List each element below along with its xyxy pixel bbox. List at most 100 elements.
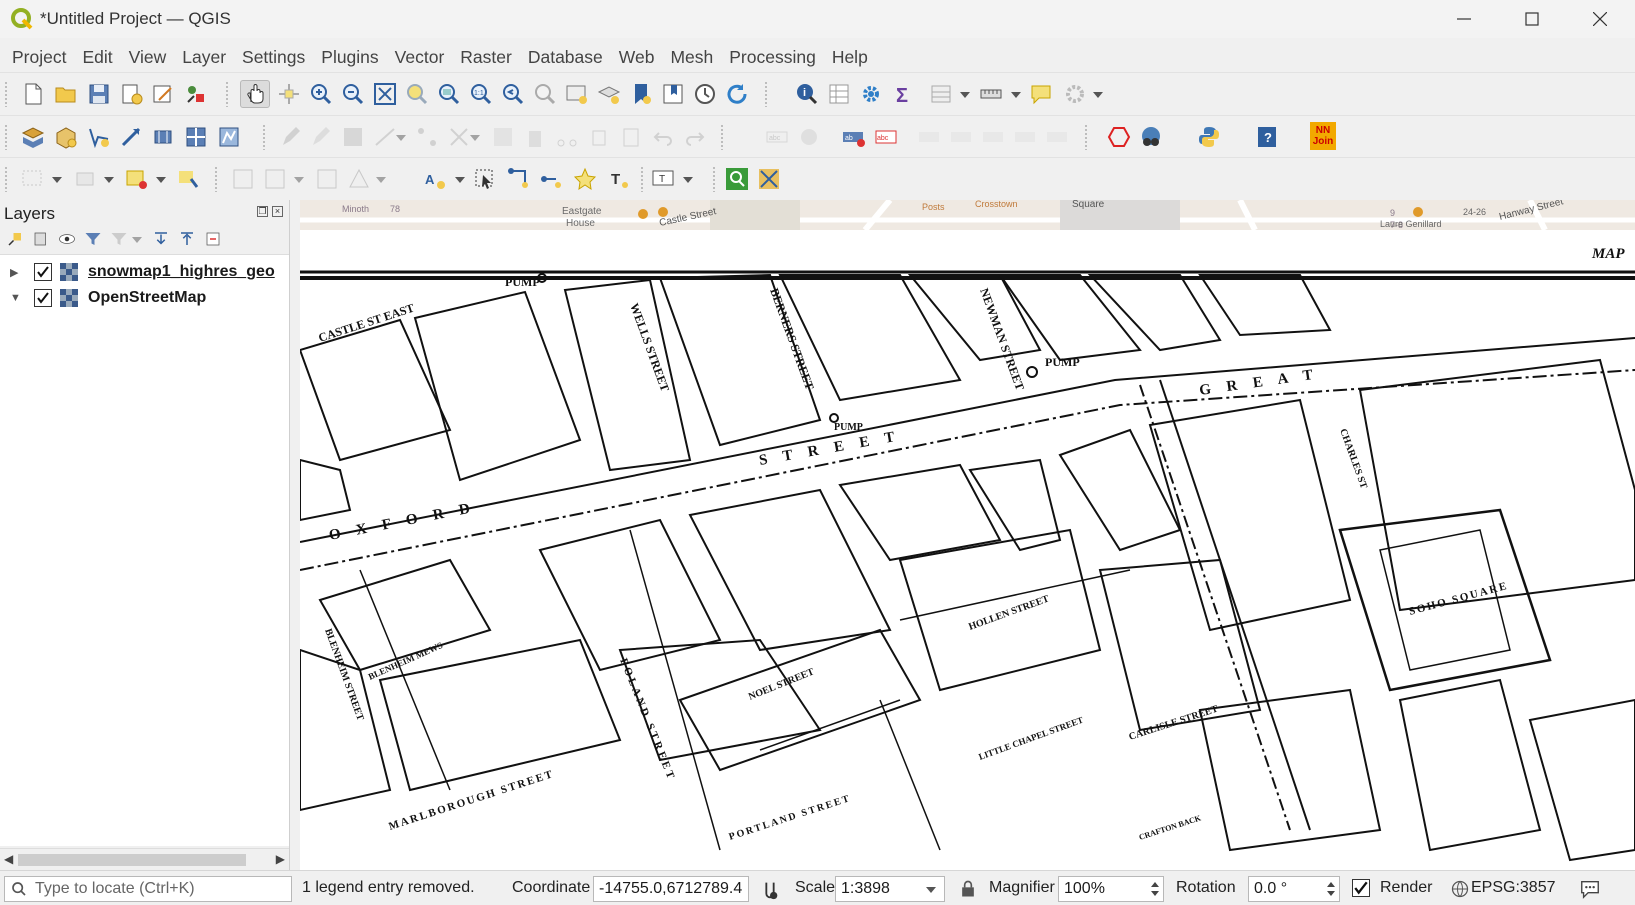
modify-table-button[interactable] xyxy=(490,124,516,150)
close-panel-button[interactable]: × xyxy=(272,206,283,217)
map-tips-button[interactable] xyxy=(1028,81,1054,107)
statistical-summary-button[interactable]: Σ xyxy=(890,81,916,107)
dropdown-arrow[interactable] xyxy=(52,177,62,183)
shape-digitize-button[interactable]: A xyxy=(422,166,448,192)
advanced-digitize-button[interactable] xyxy=(230,166,256,192)
menu-view[interactable]: View xyxy=(121,47,175,68)
rule-labeling-button[interactable]: abc xyxy=(873,124,899,150)
identify-button[interactable]: i xyxy=(794,81,820,107)
layer-row-openstreetmap[interactable]: ▼ OpenStreetMap xyxy=(0,285,289,311)
new-project-button[interactable] xyxy=(20,81,46,107)
dropdown-arrow[interactable] xyxy=(104,177,114,183)
split-features-button[interactable] xyxy=(314,166,340,192)
temporal-controller-button[interactable] xyxy=(692,81,718,107)
change-label-button[interactable] xyxy=(1044,124,1070,150)
toolbar-grip[interactable] xyxy=(712,166,716,192)
toggle-extents-icon[interactable] xyxy=(759,879,781,901)
scale-combobox[interactable]: 1:3898 xyxy=(835,876,945,902)
dropdown-arrow[interactable] xyxy=(294,177,304,183)
map-canvas[interactable]: Minoth 78 Eastgate House Castle Street P… xyxy=(300,200,1635,870)
layer-name[interactable]: OpenStreetMap xyxy=(88,289,206,307)
magnifier-spinbox[interactable]: 100% xyxy=(1058,876,1164,902)
collapse-arrow-icon[interactable]: ▼ xyxy=(10,292,21,304)
menu-settings[interactable]: Settings xyxy=(234,47,313,68)
add-group-icon[interactable] xyxy=(32,230,50,248)
data-source-manager-button[interactable] xyxy=(20,124,46,150)
zoom-full-button[interactable] xyxy=(372,81,398,107)
python-console-button[interactable] xyxy=(1196,124,1222,150)
zoom-next-button[interactable] xyxy=(532,81,558,107)
save-edits-button[interactable] xyxy=(340,124,366,150)
horizontal-scrollbar[interactable]: ◀ ▶ xyxy=(0,848,289,870)
menu-processing[interactable]: Processing xyxy=(721,47,824,68)
dropdown-arrow[interactable] xyxy=(470,135,480,141)
layer-visibility-checkbox[interactable] xyxy=(34,263,52,281)
measure-line-button[interactable] xyxy=(978,81,1004,107)
label-layer-button[interactable]: abc xyxy=(764,124,790,150)
locator-search-button[interactable] xyxy=(724,166,750,192)
menu-database[interactable]: Database xyxy=(520,47,611,68)
rotation-spinbox[interactable]: 0.0 ° xyxy=(1248,876,1340,902)
digitize-button[interactable] xyxy=(278,124,304,150)
remove-layer-icon[interactable] xyxy=(204,230,222,248)
select-by-expression-button[interactable] xyxy=(124,166,150,192)
toolbar-grip[interactable] xyxy=(262,124,266,150)
menu-help[interactable]: Help xyxy=(824,47,876,68)
layout-manager-button[interactable] xyxy=(150,81,176,107)
toolbar-grip[interactable] xyxy=(4,124,8,150)
show-hide-label-button[interactable] xyxy=(948,124,974,150)
refresh-button[interactable] xyxy=(724,81,750,107)
new-map-view-button[interactable] xyxy=(564,81,590,107)
pan-map-button[interactable] xyxy=(240,80,270,108)
toolbar-grip[interactable] xyxy=(640,166,644,192)
pin-label-button[interactable] xyxy=(916,124,942,150)
new-3d-map-view-button[interactable] xyxy=(596,81,622,107)
rotate-feature-button[interactable] xyxy=(262,166,288,192)
layer-labeling-button[interactable]: ab xyxy=(840,124,866,150)
copy-features-button[interactable] xyxy=(586,124,612,150)
crs-globe-icon[interactable] xyxy=(1450,879,1470,899)
toolbox-button[interactable] xyxy=(858,81,884,107)
dropdown-arrow[interactable] xyxy=(455,177,465,183)
annotation-select-button[interactable] xyxy=(472,166,498,192)
open-attribute-table-button[interactable] xyxy=(826,81,852,107)
zoom-last-button[interactable] xyxy=(500,81,526,107)
cut-features-button[interactable] xyxy=(554,124,580,150)
coordinate-field[interactable]: -14755.0,6712789.4 xyxy=(593,876,749,902)
text-label-button[interactable]: T xyxy=(650,166,676,192)
deselect-features-button[interactable] xyxy=(72,166,98,192)
toolbar-grip[interactable] xyxy=(720,124,724,150)
new-spatial-bookmark-button[interactable] xyxy=(628,81,654,107)
spinner-arrows-icon[interactable] xyxy=(1149,879,1161,899)
text-annotation-button[interactable]: T xyxy=(606,166,632,192)
select-features-button[interactable] xyxy=(20,166,46,192)
close-button[interactable] xyxy=(1566,0,1634,38)
rotate-label-button[interactable] xyxy=(1012,124,1038,150)
collapse-all-icon[interactable] xyxy=(178,230,196,248)
toolbar-grip[interactable] xyxy=(4,81,8,107)
scrollbar-thumb[interactable] xyxy=(18,854,246,866)
menu-mesh[interactable]: Mesh xyxy=(662,47,721,68)
georeferencer-button[interactable] xyxy=(756,166,782,192)
style-manager-button[interactable] xyxy=(183,81,209,107)
zoom-out-button[interactable] xyxy=(340,81,366,107)
float-panel-button[interactable]: ❐ xyxy=(257,206,268,217)
attribute-table-dropdown-button[interactable] xyxy=(928,81,954,107)
style-layer-icon[interactable] xyxy=(6,230,24,248)
zoom-to-selection-button[interactable] xyxy=(404,81,430,107)
show-bookmarks-button[interactable] xyxy=(660,81,686,107)
hexagon-plugin-button[interactable] xyxy=(1106,124,1132,150)
help-contents-button[interactable]: ? xyxy=(1254,124,1280,150)
scroll-right-icon[interactable]: ▶ xyxy=(276,852,285,866)
expand-arrow-icon[interactable]: ▶ xyxy=(10,266,20,279)
crs-button[interactable]: EPSG:3857 xyxy=(1471,879,1556,897)
minimize-button[interactable] xyxy=(1430,0,1498,38)
marker-annotation-button[interactable] xyxy=(572,166,598,192)
menu-project[interactable]: Project xyxy=(4,47,74,68)
spinner-arrows-icon[interactable] xyxy=(1325,879,1337,899)
dropdown-arrow[interactable] xyxy=(960,92,970,98)
new-print-layout-button[interactable] xyxy=(118,81,144,107)
zoom-to-layer-button[interactable] xyxy=(436,81,462,107)
save-project-button[interactable] xyxy=(86,81,112,107)
manage-visibility-icon[interactable] xyxy=(58,230,76,248)
